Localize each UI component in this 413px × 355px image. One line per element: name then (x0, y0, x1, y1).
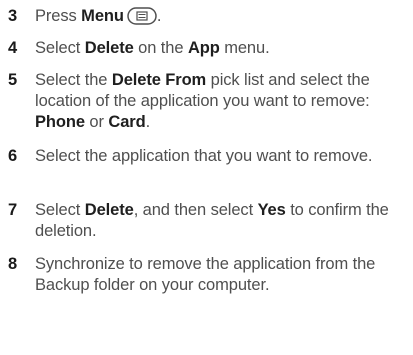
step-text-bold: App (187, 39, 220, 57)
step-text: Select the Delete From pick list and sel… (35, 70, 405, 133)
step-text-plain: Press (35, 7, 82, 25)
step-text-plain: Synchronize to remove the application fr… (35, 255, 376, 294)
step-text: Select Delete on the App menu. (35, 38, 405, 59)
step-text: Select the application that you want to … (35, 146, 405, 167)
step-text: Select Delete, and then select Yes to co… (35, 200, 405, 242)
step-text-bold: Card (108, 113, 146, 131)
step-text-bold: Delete From (111, 71, 207, 89)
step-number: 6 (8, 147, 18, 165)
step-text-bold: Delete (84, 201, 134, 219)
step-text-bold: Delete (84, 39, 134, 57)
step-text-plain: , and then select (133, 201, 258, 219)
step-text-plain: on the (133, 39, 188, 57)
step-text-plain: . (145, 113, 151, 131)
step-number: 5 (8, 71, 18, 89)
step-number: 8 (8, 255, 18, 273)
step-text-plain: Select (35, 39, 85, 57)
step-text-plain: menu. (219, 39, 270, 57)
step-number: 3 (8, 7, 18, 25)
step-text-plain: . (156, 7, 162, 25)
step-text-bold: Menu (81, 7, 124, 25)
step-text-plain: Select the application that you want to … (35, 147, 373, 165)
step-number: 7 (8, 201, 18, 219)
step-text: Press Menu. (35, 6, 405, 27)
step-text: Synchronize to remove the application fr… (35, 254, 405, 296)
step-text-plain: Select the (35, 71, 112, 89)
instruction-steps: 3 Press Menu. 4 Select Delete on the App… (0, 0, 413, 355)
step-text-bold: Phone (35, 113, 85, 131)
step-number: 4 (8, 39, 18, 57)
step-text-bold: Yes (257, 201, 286, 219)
menu-key-icon (127, 7, 157, 25)
step-text-plain: Select (35, 201, 85, 219)
step-text-plain: or (84, 113, 109, 131)
